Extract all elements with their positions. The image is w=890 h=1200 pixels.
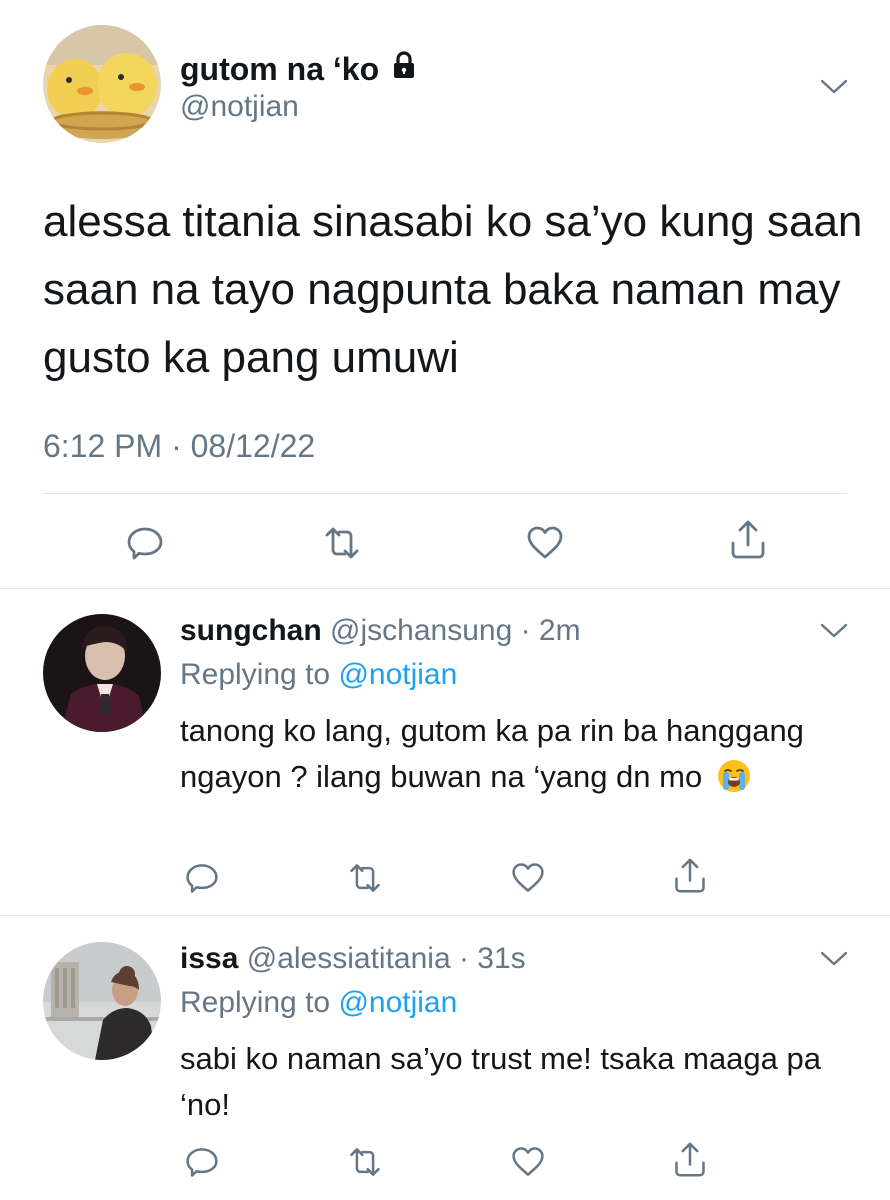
handle[interactable]: @jschansung: [330, 614, 512, 647]
timestamp[interactable]: 6:12 PM · 08/12/22: [43, 428, 315, 465]
chevron-down-icon[interactable]: [820, 950, 848, 968]
timestamp[interactable]: · 2m: [521, 614, 581, 647]
reply-text: tanong ko lang, gutom ka pa rin ba hangg…: [180, 708, 860, 800]
handle[interactable]: @notjian: [180, 90, 299, 124]
timestamp[interactable]: · 31s: [459, 942, 526, 975]
retweet-icon: [346, 1144, 384, 1180]
divider: [43, 493, 847, 494]
reply-button[interactable]: [180, 1140, 224, 1184]
main-tweet: gutom na ‘ko @notjian alessa titania sin…: [0, 0, 890, 588]
reply-text: sabi ko naman sa’yo trust me! tsaka maag…: [180, 1041, 821, 1122]
retweet-icon: [346, 860, 384, 896]
display-name[interactable]: sungchan: [180, 614, 322, 647]
share-button[interactable]: [668, 1138, 712, 1182]
share-icon: [728, 519, 768, 561]
chevron-down-icon[interactable]: [820, 78, 848, 96]
like-button[interactable]: [506, 1140, 550, 1184]
handle[interactable]: @alessiatitania: [247, 942, 451, 975]
reply-button[interactable]: [180, 856, 224, 900]
tweet-text: alessa titania sinasabi ko sa’yo kung sa…: [43, 197, 863, 382]
like-button[interactable]: [506, 856, 550, 900]
share-icon: [672, 1141, 708, 1179]
display-name-text[interactable]: gutom na ‘ko: [180, 51, 379, 88]
loudly-crying-face-icon: [717, 759, 751, 793]
retweet-button[interactable]: [343, 856, 387, 900]
retweet-icon: [321, 523, 363, 563]
separator: [0, 588, 890, 589]
chevron-down-icon[interactable]: [820, 622, 848, 640]
reply-header: issa @alessiatitania · 31s: [180, 942, 526, 976]
reply-icon: [184, 860, 220, 896]
avatar[interactable]: [43, 942, 161, 1060]
like-button[interactable]: [523, 521, 567, 565]
replying-to: Replying to @notjian: [180, 986, 457, 1020]
share-button[interactable]: [668, 854, 712, 898]
avatar[interactable]: [43, 614, 161, 732]
heart-icon: [510, 1144, 546, 1180]
separator: [0, 915, 890, 916]
replying-to-prefix: Replying to: [180, 986, 339, 1019]
reply-text-content: tanong ko lang, gutom ka pa rin ba hangg…: [180, 713, 804, 794]
reply-button[interactable]: [123, 521, 167, 565]
display-name[interactable]: issa: [180, 942, 238, 975]
display-name[interactable]: gutom na ‘ko: [180, 50, 419, 88]
share-button[interactable]: [726, 518, 770, 562]
retweet-button[interactable]: [343, 1140, 387, 1184]
retweet-button[interactable]: [320, 521, 364, 565]
share-icon: [672, 857, 708, 895]
reply-icon: [184, 1144, 220, 1180]
mention-link[interactable]: @notjian: [338, 986, 457, 1019]
replying-to-prefix: Replying to: [180, 658, 339, 691]
heart-icon: [510, 860, 546, 896]
reply-icon: [125, 523, 165, 563]
reply-header: sungchan @jschansung · 2m: [180, 614, 581, 648]
replying-to: Replying to @notjian: [180, 658, 457, 692]
avatar[interactable]: [43, 25, 161, 143]
mention-link[interactable]: @notjian: [338, 658, 457, 691]
lock-icon: [389, 50, 419, 88]
heart-icon: [525, 523, 565, 563]
